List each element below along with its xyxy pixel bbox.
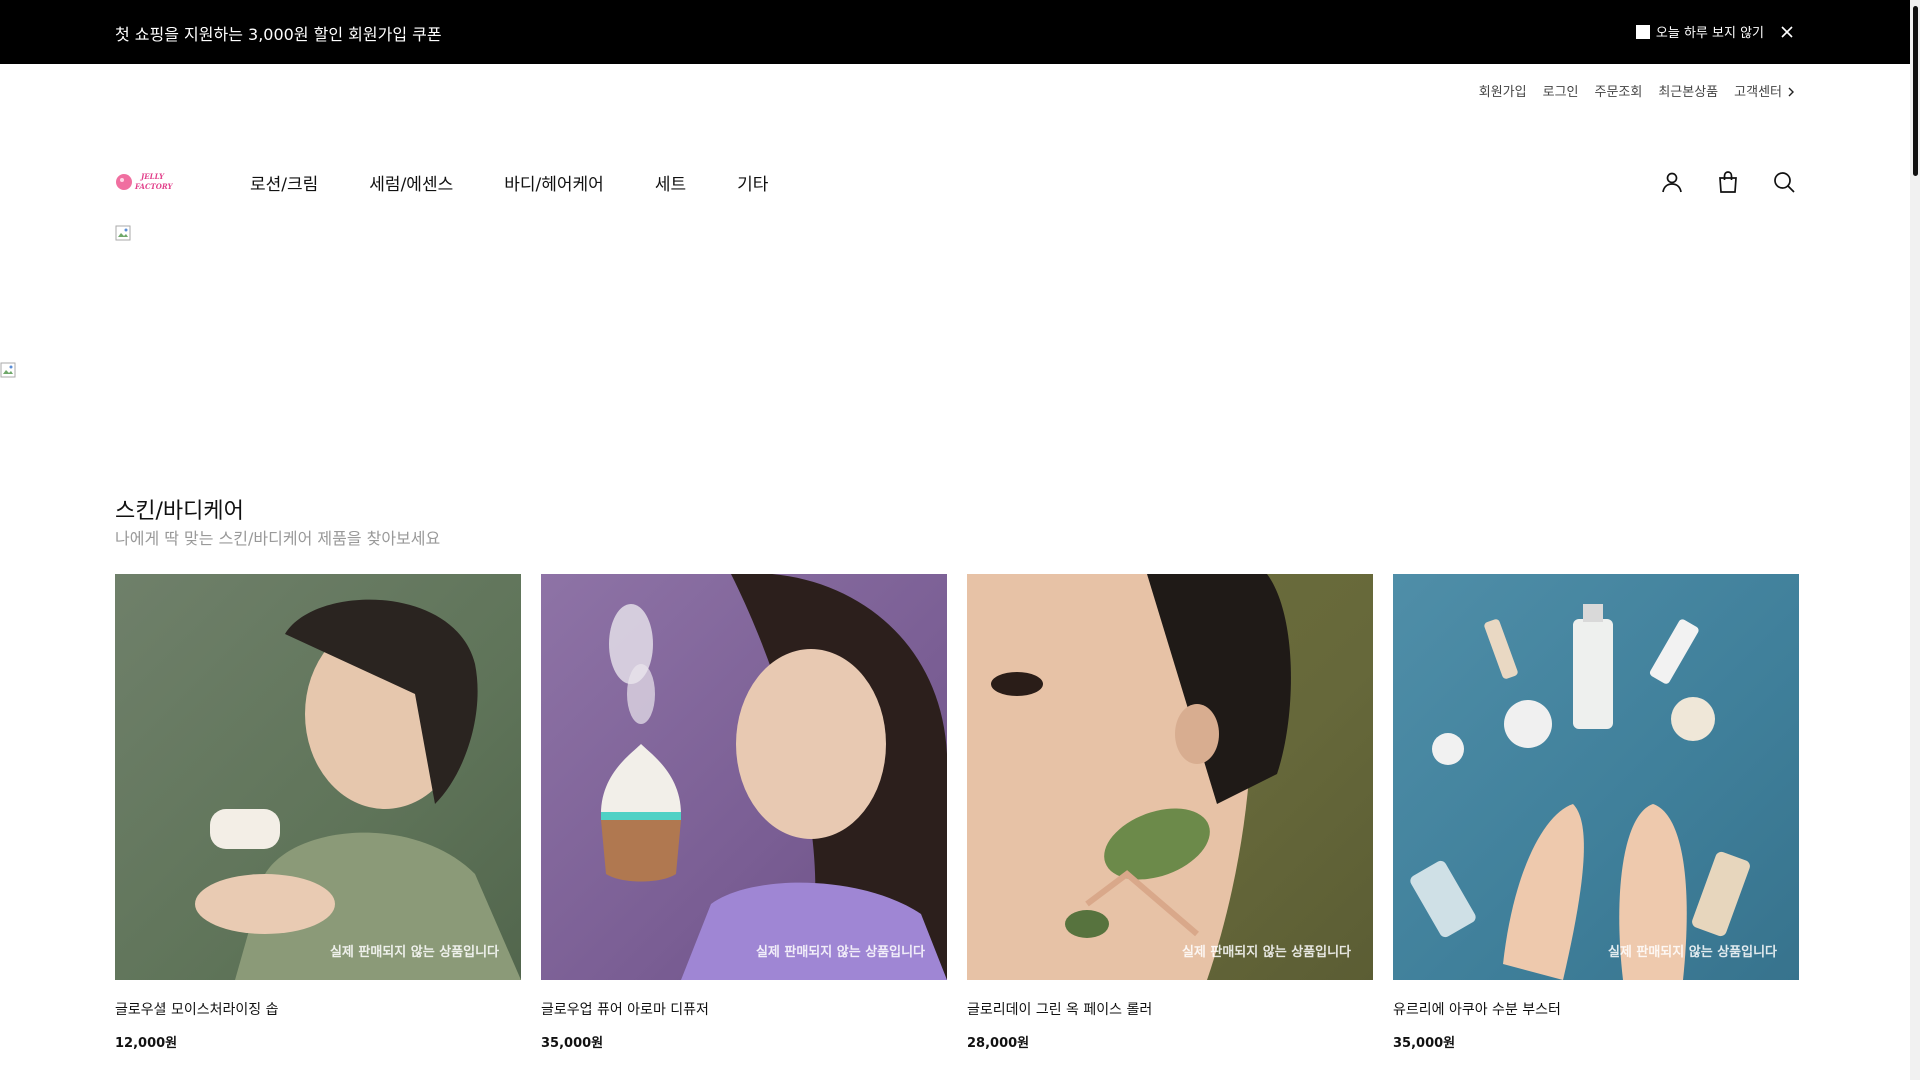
scrollbar-thumb[interactable] [1913,6,1918,176]
user-icon[interactable] [1660,170,1684,194]
page-scrollbar[interactable] [1910,0,1920,1080]
shopping-bag-icon[interactable] [1716,170,1740,194]
logo-text-line1: JELLY [139,172,165,181]
product-price: 35,000원 [1393,1036,1456,1051]
broken-image-icon [0,362,16,378]
product-overlay-text: 실제 판매되지 않는 상품입니다 [329,945,499,960]
site-logo[interactable]: JELLY FACTORY [115,168,177,194]
util-link-customer-center-label: 고객센터 [1734,85,1782,100]
product-card[interactable]: 실제 판매되지 않는 상품입니다 글로우셜 모이스처라이징 솝 12,000원 [115,574,521,1051]
nav-item-serum-essence[interactable]: 세럼/에센스 [369,170,453,195]
nav-item-etc[interactable]: 기타 [737,170,768,195]
hide-today-label[interactable]: 오늘 하루 보지 않기 [1656,22,1764,41]
product-name[interactable]: 글로우업 퓨어 아로마 디퓨저 [541,999,947,1019]
promo-controls: 오늘 하루 보지 않기 [1635,22,1794,41]
header-icons [1660,170,1796,194]
product-card[interactable]: 실제 판매되지 않는 상품입니다 유르리에 아쿠아 수분 부스터 35,000원 [1393,574,1799,1051]
logo-text-line2: FACTORY [134,182,173,191]
main-nav: 로션/크림 세럼/에센스 바디/헤어케어 세트 기타 [250,170,768,195]
section-title: 스킨/바디케어 [115,499,244,524]
utility-nav: 회원가입 로그인 주문조회 최근본상품 고객센터 [1479,81,1796,100]
product-image[interactable]: 실제 판매되지 않는 상품입니다 [115,574,521,980]
close-icon[interactable] [1780,25,1794,39]
util-link-signup[interactable]: 회원가입 [1479,81,1527,100]
product-image-art [967,574,1291,980]
product-card[interactable]: 실제 판매되지 않는 상품입니다 글로리데이 그린 옥 페이스 롤러 28,00… [967,574,1373,1051]
product-price: 28,000원 [967,1036,1030,1051]
util-link-order-lookup[interactable]: 주문조회 [1595,81,1643,100]
product-image-art [1410,604,1750,980]
util-link-recent-products[interactable]: 최근본상품 [1658,81,1718,100]
hide-today-checkbox[interactable] [1635,24,1650,39]
promo-text[interactable]: 첫 쇼핑을 지원하는 3,000원 할인 회원가입 쿠폰 [115,21,442,45]
product-overlay-text: 실제 판매되지 않는 상품입니다 [1181,945,1351,960]
product-image[interactable]: 실제 판매되지 않는 상품입니다 [967,574,1373,980]
nav-item-set[interactable]: 세트 [655,170,686,195]
product-price: 35,000원 [541,1036,604,1051]
product-list: 실제 판매되지 않는 상품입니다 글로우셜 모이스처라이징 솝 12,000원 … [115,574,1799,1051]
product-name[interactable]: 글로리데이 그린 옥 페이스 롤러 [967,999,1373,1019]
nav-item-lotion-cream[interactable]: 로션/크림 [250,170,318,195]
product-overlay-text: 실제 판매되지 않는 상품입니다 [755,945,925,960]
product-image-art [601,574,947,980]
product-image[interactable]: 실제 판매되지 않는 상품입니다 [541,574,947,980]
broken-image-icon [115,225,131,241]
util-link-login[interactable]: 로그인 [1543,81,1579,100]
product-price: 12,000원 [115,1036,178,1051]
nav-item-body-haircare[interactable]: 바디/헤어케어 [504,170,604,195]
product-name[interactable]: 글로우셜 모이스처라이징 솝 [115,999,521,1019]
search-icon[interactable] [1772,170,1796,194]
product-image-art [195,599,521,980]
product-name[interactable]: 유르리에 아쿠아 수분 부스터 [1393,999,1799,1019]
section-subtitle: 나에게 딱 맞는 스킨/바디케어 제품을 찾아보세요 [115,529,441,548]
product-overlay-text: 실제 판매되지 않는 상품입니다 [1607,945,1777,960]
product-image[interactable]: 실제 판매되지 않는 상품입니다 [1393,574,1799,980]
product-card[interactable]: 실제 판매되지 않는 상품입니다 글로우업 퓨어 아로마 디퓨저 35,000원 [541,574,947,1051]
promo-banner: 첫 쇼핑을 지원하는 3,000원 할인 회원가입 쿠폰 오늘 하루 보지 않기 [0,0,1910,64]
chevron-right-icon [1788,87,1794,97]
util-link-customer-center[interactable]: 고객센터 [1734,81,1796,100]
